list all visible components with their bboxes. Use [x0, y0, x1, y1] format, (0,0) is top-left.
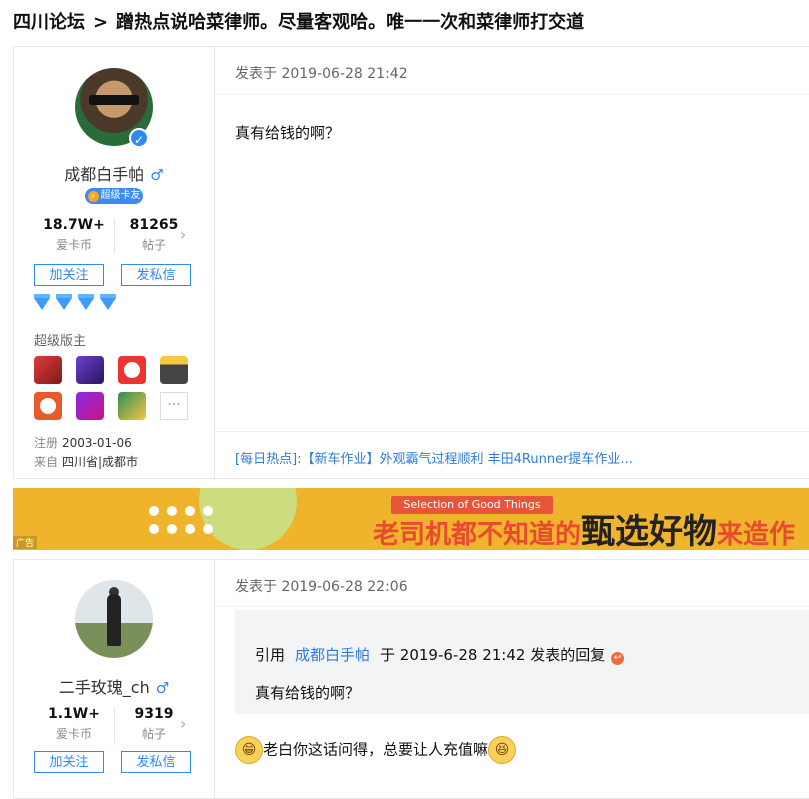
medal-icon[interactable]	[118, 392, 146, 420]
register-info: 注册 2003-01-06	[34, 434, 132, 451]
post-body: 发表于 2019-06-28 22:06 引用 成都白手帕于 2019-6-28 …	[215, 560, 809, 798]
goto-post-icon[interactable]: ↩	[611, 652, 625, 665]
username-row: 成都白手帕 ♂	[14, 161, 214, 185]
divider	[215, 94, 809, 95]
divider	[215, 606, 809, 607]
post: 二手玫瑰_ch ♂ 1.1W+ 爱卡币 9319 帖子 › 加关注 发私信 发表于…	[13, 559, 809, 799]
divider	[215, 431, 809, 432]
post-date: 发表于 2019-06-28 21:42	[235, 66, 408, 82]
verified-badge-icon: ✓	[129, 128, 149, 148]
ad-slogan: 老司机都不知道的甄选好物来造作	[373, 504, 795, 550]
message-button[interactable]: 发私信	[121, 264, 191, 286]
username-row: 二手玫瑰_ch ♂	[14, 674, 214, 698]
decor-dot	[149, 506, 159, 516]
username-link[interactable]: 成都白手帕	[64, 165, 144, 184]
username-link[interactable]: 二手玫瑰_ch	[59, 678, 150, 697]
post-content: 真有给钱的啊？	[235, 124, 341, 142]
medal-icon[interactable]	[118, 356, 146, 384]
decor-circle	[199, 488, 297, 550]
follow-button[interactable]: 加关注	[34, 264, 104, 286]
diamond-icon	[34, 294, 50, 310]
bolt-icon: ⚡	[87, 191, 99, 202]
breadcrumb-separator: >	[93, 12, 109, 33]
post-content-row: 😁 老白你这话问得，总要让人充值嘛 😆	[235, 736, 517, 764]
decor-dot	[185, 506, 195, 516]
register-label: 注册	[34, 436, 59, 450]
post: ✓ 成都白手帕 ♂ ⚡ 超级卡友 18.7W+ 爱卡币 81265 帖子 › 加关注…	[13, 46, 809, 479]
quote-block: 引用 成都白手帕于 2019-6-28 21:42 发表的回复 ↩ 真有给钱的啊？	[235, 610, 809, 714]
coin-label: 爱卡币	[55, 727, 92, 741]
quote-suffix: 于 2019-6-28 21:42 发表的回复	[380, 646, 606, 664]
medal-icon[interactable]	[34, 392, 62, 420]
diamond-icon	[100, 294, 116, 310]
breadcrumb: 四川论坛 > 蹭热点说哈菜律师。尽量客观哈。唯一一次和菜律师打交道	[13, 8, 584, 38]
quote-author-link[interactable]: 成都白手帕	[295, 646, 370, 664]
location-value: 四川省|成都市	[62, 455, 139, 469]
medal-icon[interactable]	[76, 392, 104, 420]
register-date: 2003-01-06	[62, 436, 132, 450]
daily-hot-link[interactable]: [每日热点]:【新车作业】外观霸气过程顺利 丰田4Runner提车作业...	[235, 448, 633, 467]
ad-tag: 广告	[13, 536, 38, 549]
ad-banner[interactable]: 广告 Selection of Good Things 老司机都不知道的甄选好物…	[13, 488, 809, 550]
breadcrumb-forum-link[interactable]: 四川论坛	[13, 12, 85, 33]
thread-title: 蹭热点说哈菜律师。尽量客观哈。唯一一次和菜律师打交道	[116, 12, 585, 33]
decor-dot	[203, 506, 213, 516]
grin-emoji-icon: 😁	[235, 736, 263, 764]
diamond-icon	[78, 294, 94, 310]
chevron-right-icon[interactable]: ›	[180, 225, 186, 244]
ad-slogan-post: 来造作	[717, 520, 796, 550]
diamond-rank	[34, 294, 122, 310]
location-info: 来自 四川省|成都市	[34, 453, 138, 470]
location-label: 来自	[34, 455, 59, 469]
ad-slogan-pre: 老司机都不知道的	[373, 520, 582, 550]
ad-slogan-big: 甄选好物	[581, 512, 718, 550]
decor-dot	[167, 524, 177, 534]
post-date: 发表于 2019-06-28 22:06	[235, 579, 408, 595]
user-role: 超级版主	[34, 334, 87, 349]
decor-dot	[203, 524, 213, 534]
badge-label: 超级卡友	[100, 190, 141, 201]
chevron-right-icon[interactable]: ›	[180, 714, 186, 733]
decor-dot	[185, 524, 195, 534]
author-panel: 二手玫瑰_ch ♂ 1.1W+ 爱卡币 9319 帖子 › 加关注 发私信	[14, 560, 215, 798]
coin-label: 爱卡币	[55, 238, 92, 252]
male-gender-icon: ♂	[155, 679, 170, 697]
male-gender-icon: ♂	[150, 166, 164, 184]
post-content: 老白你这话问得，总要让人充值嘛	[263, 740, 489, 759]
medal-icon[interactable]	[160, 356, 188, 384]
diamond-icon	[56, 294, 72, 310]
quote-prefix: 引用	[255, 646, 286, 664]
decor-dot	[149, 524, 159, 534]
medal-icon[interactable]	[76, 356, 104, 384]
follow-button[interactable]: 加关注	[34, 751, 104, 773]
post-body: 发表于 2019-06-28 21:42 真有给钱的啊？ [每日热点]:【新车作…	[215, 47, 809, 478]
coin-value: 18.7W+	[43, 217, 105, 233]
coin-value: 1.1W+	[48, 706, 100, 722]
medal-icon[interactable]	[34, 356, 62, 384]
author-panel: ✓ 成都白手帕 ♂ ⚡ 超级卡友 18.7W+ 爱卡币 81265 帖子 › 加关注…	[14, 47, 215, 478]
laugh-emoji-icon: 😆	[488, 736, 517, 764]
avatar[interactable]	[75, 580, 153, 658]
user-level-badge: ⚡ 超级卡友	[85, 188, 143, 204]
more-medals-icon[interactable]: ···	[160, 392, 188, 420]
coin-stat[interactable]: 18.7W+ 爱卡币	[34, 217, 114, 253]
message-button[interactable]: 发私信	[121, 751, 191, 773]
quote-text: 真有给钱的啊？	[255, 684, 361, 702]
coin-stat[interactable]: 1.1W+ 爱卡币	[34, 706, 114, 742]
quote-header: 引用 成都白手帕于 2019-6-28 21:42 发表的回复 ↩	[255, 644, 625, 665]
decor-dot	[167, 506, 177, 516]
